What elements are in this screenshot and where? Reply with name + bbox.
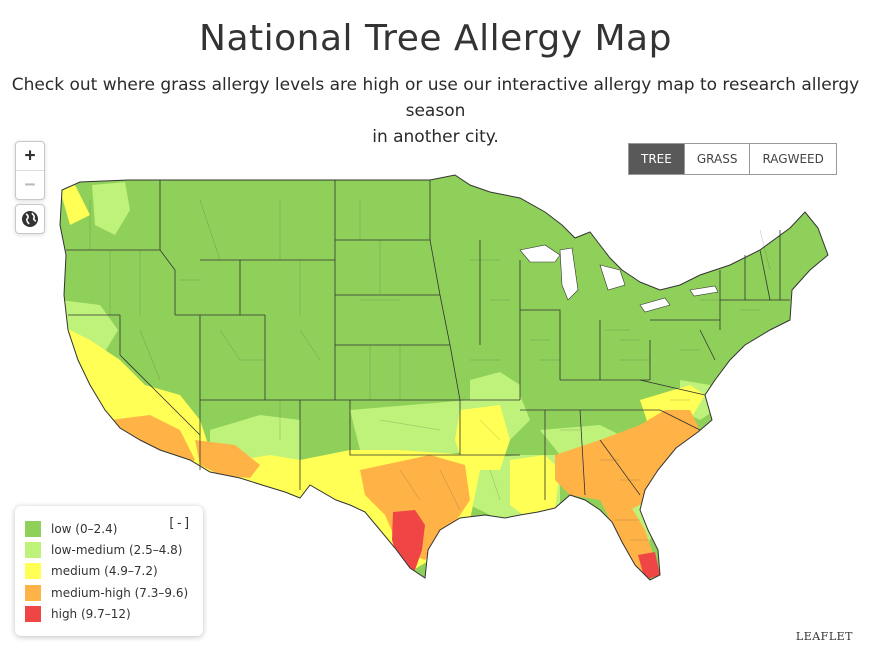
zoom-in-button[interactable]: + — [16, 142, 44, 170]
legend-label: low-medium (2.5–4.8) — [51, 543, 183, 557]
legend-item-medium: medium (4.9–7.2) — [25, 562, 158, 580]
legend-swatch — [25, 585, 41, 601]
legend-collapse-button[interactable]: [-] — [168, 516, 191, 531]
tab-ragweed[interactable]: RAGWEED — [749, 144, 836, 174]
legend-swatch — [25, 521, 41, 537]
tab-tree[interactable]: TREE — [629, 144, 684, 174]
legend-item-low: low (0–2.4) — [25, 520, 117, 538]
locate-button[interactable] — [15, 204, 45, 234]
map-legend: [-] low (0–2.4) low-medium (2.5–4.8) med… — [15, 506, 203, 636]
allergen-tabs: TREE GRASS RAGWEED — [628, 143, 837, 175]
page-title: National Tree Allergy Map — [199, 18, 672, 59]
legend-label: low (0–2.4) — [51, 522, 118, 536]
zoom-control: + − — [15, 141, 45, 200]
zoom-out-button[interactable]: − — [16, 170, 44, 199]
globe-icon — [22, 211, 38, 227]
map-attribution[interactable]: LEAFLET — [796, 630, 853, 643]
page-subtitle: Check out where grass allergy levels are… — [0, 72, 871, 150]
legend-item-high: high (9.7–12) — [25, 605, 131, 623]
legend-label: medium (4.9–7.2) — [51, 564, 158, 578]
legend-swatch — [25, 606, 41, 622]
legend-swatch — [25, 542, 41, 558]
legend-label: medium-high (7.3–9.6) — [51, 586, 189, 600]
legend-item-low-medium: low-medium (2.5–4.8) — [25, 541, 182, 559]
tab-grass[interactable]: GRASS — [683, 144, 750, 174]
subtitle-line-1: Check out where grass allergy levels are… — [11, 75, 860, 121]
legend-item-medium-high: medium-high (7.3–9.6) — [25, 584, 188, 602]
legend-swatch — [25, 563, 41, 579]
legend-label: high (9.7–12) — [51, 607, 131, 621]
